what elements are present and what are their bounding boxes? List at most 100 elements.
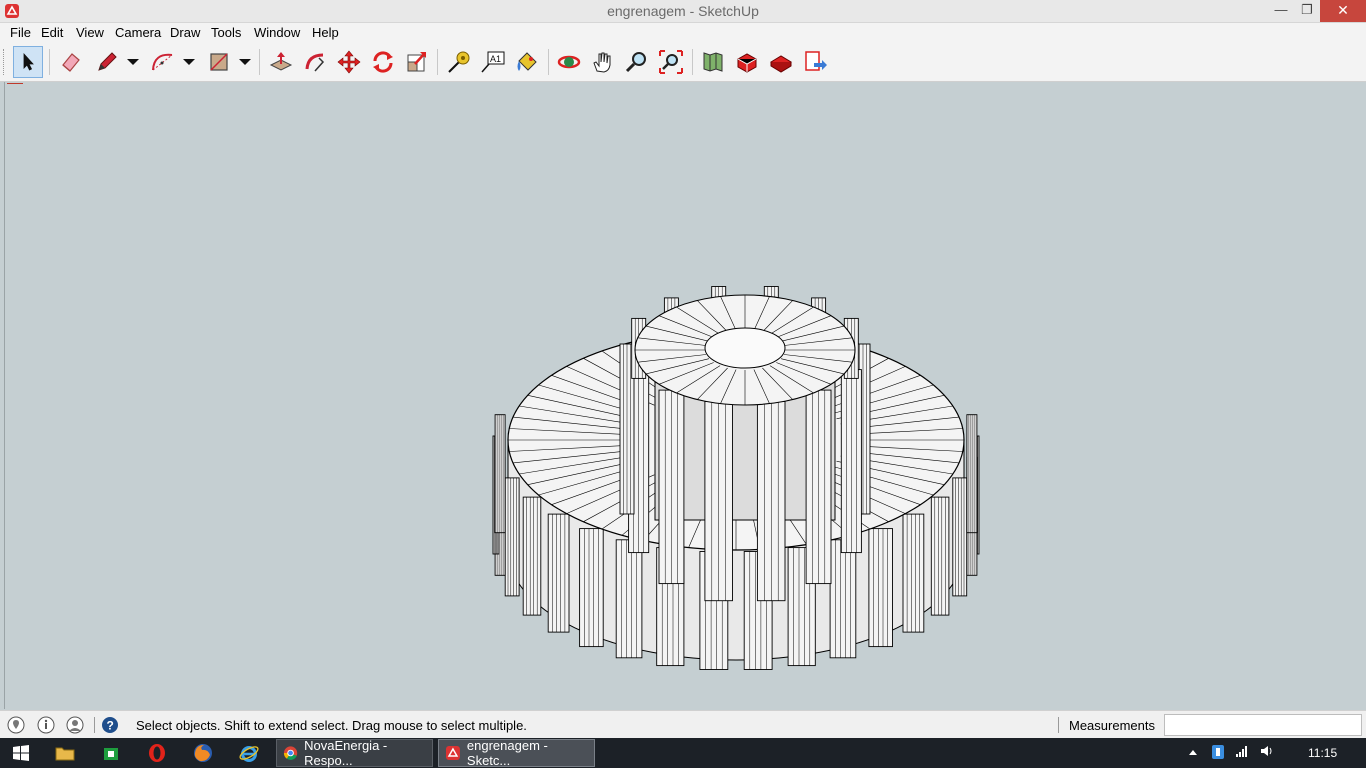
pinion-tooth (704, 401, 733, 602)
show-hidden-icons-button[interactable] (1188, 745, 1198, 759)
menu-draw[interactable]: Draw (170, 25, 200, 40)
modeling-viewport[interactable] (4, 82, 1366, 709)
menu-tools[interactable]: Tools (211, 25, 241, 40)
pinion-tooth (840, 369, 862, 554)
main-toolbar: A1 (0, 43, 1366, 82)
gear-tooth (966, 414, 978, 534)
upload-model-icon (737, 53, 757, 73)
tape-measure-tool-button[interactable] (444, 46, 474, 78)
orbit-tool-button[interactable] (554, 46, 584, 78)
measurements-label: Measurements (1069, 718, 1155, 733)
credits-icon[interactable] (37, 716, 55, 734)
taskbar-clock[interactable]: 11:15 (1308, 746, 1337, 760)
line-tool-dropdown[interactable] (126, 46, 140, 78)
toolbar-separator (437, 49, 438, 75)
measurements-input[interactable] (1164, 714, 1362, 736)
menu-view[interactable]: View (76, 25, 104, 40)
extension-icon (770, 55, 792, 73)
menu-bar: File Edit View Camera Draw Tools Window … (0, 23, 1366, 43)
taskbar-internet-explorer[interactable] (234, 741, 264, 765)
toolbar-separator (548, 49, 549, 75)
rectangle-icon (210, 53, 228, 71)
rotate-tool-button[interactable] (368, 46, 398, 78)
follow-me-tool-button[interactable] (300, 46, 330, 78)
opera-icon (149, 744, 165, 762)
network-status[interactable] (1235, 745, 1249, 760)
select-tool-button[interactable] (13, 46, 43, 78)
status-separator (1058, 717, 1059, 733)
speaker-icon (1261, 746, 1272, 756)
title-bar: engrenagem - SketchUp — ❐ ✕ (0, 0, 1366, 23)
toolbar-grip[interactable] (3, 49, 7, 75)
arc-tool-button[interactable] (148, 46, 178, 78)
gear-tooth (547, 513, 570, 633)
magnifier-icon (625, 52, 646, 73)
gear-model[interactable] (5, 82, 1366, 709)
move-arrows-icon (337, 50, 361, 74)
paint-bucket-tool-button[interactable] (512, 46, 542, 78)
windows-logo-icon (13, 745, 29, 761)
shape-tool-dropdown[interactable] (238, 46, 252, 78)
origin-axis-mark (7, 83, 23, 84)
menu-camera[interactable]: Camera (115, 25, 161, 40)
taskbar-firefox[interactable] (188, 741, 218, 765)
text-label-icon: A1 (481, 51, 505, 73)
task-label: NovaEnergia - Respo... (304, 738, 388, 768)
signal-bars-icon (1236, 746, 1247, 757)
line-tool-button[interactable] (92, 46, 122, 78)
layout-send-tool-button[interactable] (800, 46, 830, 78)
tray-app-icon[interactable] (1211, 744, 1225, 763)
rectangle-tool-button[interactable] (204, 46, 234, 78)
volume-control[interactable] (1260, 745, 1274, 760)
map-icon (703, 52, 723, 72)
gear-tooth (615, 539, 643, 659)
text-tool-button[interactable]: A1 (478, 46, 508, 78)
taskbar-store[interactable] (96, 741, 126, 765)
taskbar-task-sketchup[interactable]: engrenagem - Sketc... (438, 738, 595, 768)
scale-tool-button[interactable] (402, 46, 432, 78)
toolbar-separator (692, 49, 693, 75)
menu-edit[interactable]: Edit (41, 25, 63, 40)
paint-bucket-icon (517, 52, 537, 71)
user-account-icon[interactable] (66, 716, 84, 734)
chevron-down-icon (183, 59, 195, 65)
gear-tooth (868, 528, 893, 648)
push-pull-tool-button[interactable] (266, 46, 296, 78)
eraser-tool-button[interactable] (56, 46, 86, 78)
folder-icon (55, 747, 75, 761)
start-button[interactable] (6, 741, 36, 765)
zoom-extents-tool-button[interactable] (656, 46, 686, 78)
pan-tool-button[interactable] (588, 46, 618, 78)
help-icon[interactable]: ? (101, 716, 119, 734)
menu-help[interactable]: Help (312, 25, 339, 40)
extension-warehouse-tool-button[interactable] (766, 46, 796, 78)
move-tool-button[interactable] (334, 46, 364, 78)
gear-tooth (952, 477, 968, 597)
gear-tooth (504, 477, 520, 597)
shaft-hole (704, 327, 786, 369)
warehouse-tool-button[interactable] (698, 46, 728, 78)
store-icon (104, 748, 118, 760)
pencil-icon (98, 52, 117, 71)
gear-tooth (579, 528, 604, 648)
menu-file[interactable]: File (10, 25, 31, 40)
hand-icon (593, 52, 611, 73)
zoom-tool-button[interactable] (622, 46, 652, 78)
arc-tool-dropdown[interactable] (182, 46, 196, 78)
geo-location-icon[interactable] (7, 716, 25, 734)
menu-window[interactable]: Window (254, 25, 300, 40)
share-model-tool-button[interactable] (732, 46, 762, 78)
gear-tooth (930, 496, 950, 616)
gear-tooth (494, 414, 506, 534)
arc-icon (152, 53, 173, 71)
taskbar-task-browser[interactable]: NovaEnergia - Respo... (276, 738, 433, 768)
close-button[interactable]: ✕ (1320, 0, 1366, 22)
taskbar-file-explorer[interactable] (50, 741, 80, 765)
pinion-tooth (658, 389, 685, 585)
taskbar-opera[interactable] (142, 741, 172, 765)
chrome-icon (283, 746, 298, 760)
tray-device-icon (1212, 745, 1224, 759)
tape-measure-icon (448, 51, 470, 73)
orbit-icon (557, 55, 581, 69)
restore-button[interactable]: ❐ (1292, 0, 1322, 22)
